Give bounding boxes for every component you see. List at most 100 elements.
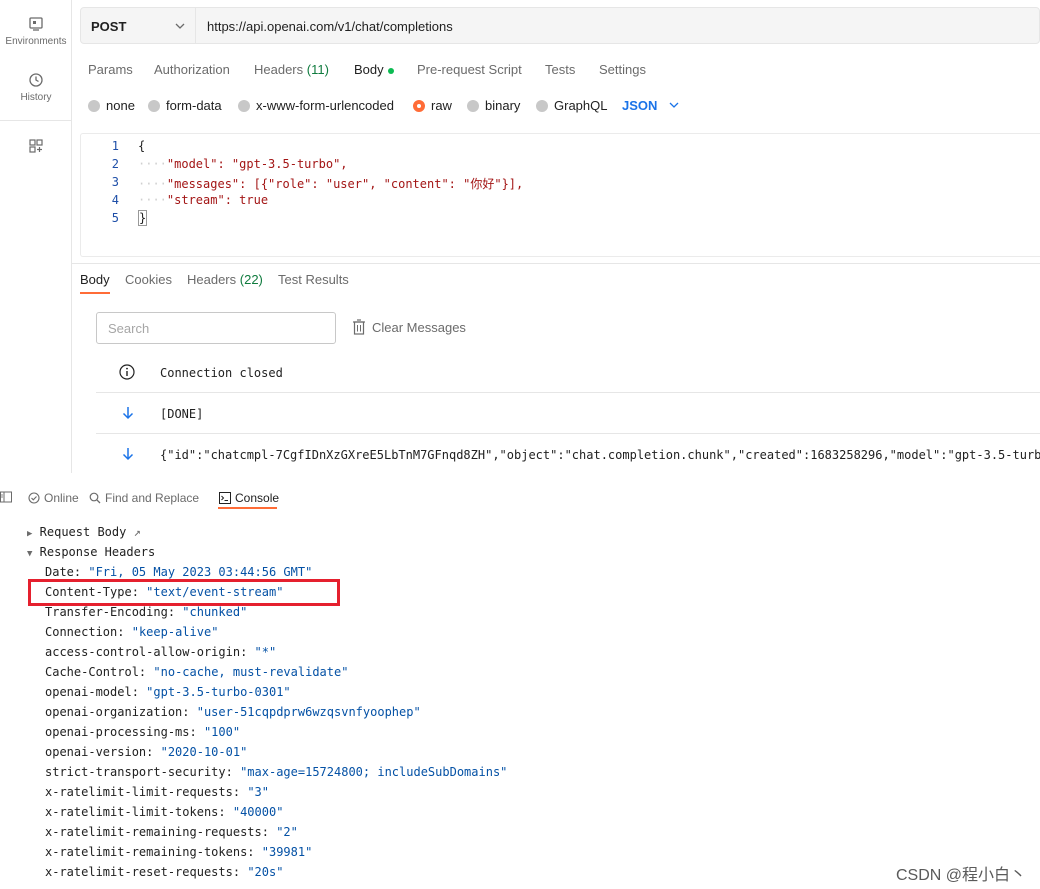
header-key: openai-model: — [45, 685, 139, 699]
header-line: Transfer-Encoding: "chunked" — [45, 605, 247, 619]
tab-headers[interactable]: Headers (11) — [254, 62, 329, 77]
message-text: [DONE] — [160, 407, 204, 421]
radio-circle-selected — [413, 100, 425, 112]
request-body-toggle[interactable]: ▶ Request Body ↗ — [27, 525, 141, 539]
sidebar-divider — [0, 120, 72, 121]
sidebar-item-environments[interactable]: Environments — [0, 16, 72, 47]
tab-params[interactable]: Params — [88, 62, 133, 77]
console-label: Console — [235, 491, 280, 505]
radio-x-www-form-urlencoded[interactable]: x-www-form-urlencoded — [238, 98, 394, 113]
radio-graphql[interactable]: GraphQL — [536, 98, 607, 113]
online-status[interactable]: Online — [28, 491, 79, 505]
clear-messages-button[interactable]: Clear Messages — [352, 319, 466, 335]
arrow-down-icon — [122, 448, 134, 461]
watermark: CSDN @程小白丶 — [895, 867, 1026, 884]
sidebar-toggle-icon[interactable] — [0, 491, 12, 503]
chevron-down-icon[interactable] — [175, 23, 185, 29]
left-sidebar: Environments History — [0, 0, 72, 473]
console-tab-underline — [218, 507, 277, 509]
radio-raw[interactable]: raw — [413, 98, 452, 113]
header-key: Date: — [45, 565, 82, 579]
tab-label: Headers — [254, 62, 304, 77]
code-line: ····"stream": true — [138, 193, 269, 207]
header-line: openai-processing-ms: "100" — [45, 725, 240, 739]
header-value: "no-cache, must-revalidate" — [153, 665, 349, 679]
tab-label: Tests — [545, 62, 576, 77]
message-row[interactable]: [DONE] — [96, 393, 1040, 434]
response-tab-test-results[interactable]: Test Results — [278, 272, 349, 287]
search-input[interactable]: Search — [96, 312, 336, 344]
header-key: Connection: — [45, 625, 125, 639]
environments-icon — [29, 17, 43, 31]
tab-tests[interactable]: Tests — [545, 62, 575, 77]
radio-form-data[interactable]: form-data — [148, 98, 222, 113]
response-headers-toggle[interactable]: ▼ Response Headers — [27, 545, 155, 559]
console-button[interactable]: Console — [219, 491, 279, 505]
find-and-replace-label: Find and Replace — [105, 491, 200, 505]
radio-binary[interactable]: binary — [467, 98, 520, 113]
header-value: "gpt-3.5-turbo-0301" — [146, 685, 291, 699]
external-link-icon: ↗ — [133, 525, 141, 539]
arrow-down-icon — [122, 407, 134, 420]
line-number: 2 — [111, 157, 119, 171]
sidebar-item-history[interactable]: History — [0, 72, 72, 103]
triangle-down-icon: ▼ — [27, 549, 33, 559]
header-key: openai-version: — [45, 745, 154, 759]
info-icon — [119, 364, 135, 380]
code-text: { — [138, 139, 146, 153]
radio-label: binary — [485, 98, 521, 113]
header-key: Cache-Control: — [45, 665, 147, 679]
header-value: "3" — [247, 785, 269, 799]
format-select[interactable]: JSON — [622, 98, 679, 113]
find-and-replace-button[interactable]: Find and Replace — [89, 491, 199, 505]
tab-settings[interactable]: Settings — [599, 62, 646, 77]
radio-circle — [536, 100, 548, 112]
response-headers-label: Response Headers — [39, 545, 156, 559]
response-tab-body[interactable]: Body — [80, 272, 110, 287]
header-key: x-ratelimit-reset-requests: — [45, 865, 241, 879]
code-line: ····"messages": [{"role": "user", "conte… — [138, 177, 524, 191]
header-line: openai-version: "2020-10-01" — [45, 745, 247, 759]
header-line: x-ratelimit-limit-requests: "3" — [45, 785, 269, 799]
tab-label: Settings — [599, 62, 646, 77]
message-row[interactable]: Connection closed — [96, 352, 1040, 393]
tab-authorization[interactable]: Authorization — [154, 62, 230, 77]
url-input[interactable]: https://api.openai.com/v1/chat/completio… — [207, 19, 453, 34]
code-text: "stream": true — [166, 193, 269, 207]
tab-count: (11) — [306, 62, 329, 77]
check-circle-icon — [28, 492, 40, 504]
response-tab-headers[interactable]: Headers (22) — [187, 272, 263, 287]
add-workspace-icon — [29, 139, 43, 153]
sidebar-item-add-workspace[interactable] — [0, 138, 72, 158]
trash-icon — [353, 319, 365, 335]
header-line: openai-model: "gpt-3.5-turbo-0301" — [45, 685, 291, 699]
body-editor[interactable]: 1 2 3 4 5 { ····"model": "gpt-3.5-turbo"… — [80, 133, 1040, 257]
line-number: 1 — [111, 139, 119, 153]
console-icon — [219, 492, 231, 504]
header-line: openai-organization: "user-51cqpdprw6wzq… — [45, 705, 421, 719]
radio-none[interactable]: none — [88, 98, 135, 113]
tab-pre-request-script[interactable]: Pre-request Script — [417, 62, 522, 77]
tab-body[interactable]: Body — [354, 62, 394, 77]
header-key: x-ratelimit-limit-tokens: — [45, 805, 226, 819]
header-value: "keep-alive" — [131, 625, 219, 639]
message-row[interactable]: {"id":"chatcmpl-7CgfIDnXzGXreE5LbTnM7GFn… — [96, 434, 1040, 475]
sidebar-item-label: History — [20, 92, 52, 103]
clear-messages-label: Clear Messages — [372, 320, 466, 335]
tab-label: Test Results — [278, 272, 349, 287]
tab-label: Body — [354, 62, 384, 77]
tab-label: Headers — [187, 272, 237, 287]
response-tab-cookies[interactable]: Cookies — [125, 272, 172, 287]
radio-circle — [88, 100, 100, 112]
code-line: ····"model": "gpt-3.5-turbo", — [138, 157, 348, 171]
header-line: Connection: "keep-alive" — [45, 625, 218, 639]
format-select-label: JSON — [622, 98, 658, 113]
tab-label: Body — [80, 272, 110, 287]
header-value: "chunked" — [182, 605, 248, 619]
header-key: strict-transport-security: — [45, 765, 233, 779]
tab-label: Cookies — [125, 272, 172, 287]
header-key: x-ratelimit-remaining-requests: — [45, 825, 269, 839]
header-value: "user-51cqpdprw6wzqsvnfyoophep" — [196, 705, 421, 719]
code-line: { — [138, 139, 145, 153]
tab-label: Authorization — [154, 62, 230, 77]
